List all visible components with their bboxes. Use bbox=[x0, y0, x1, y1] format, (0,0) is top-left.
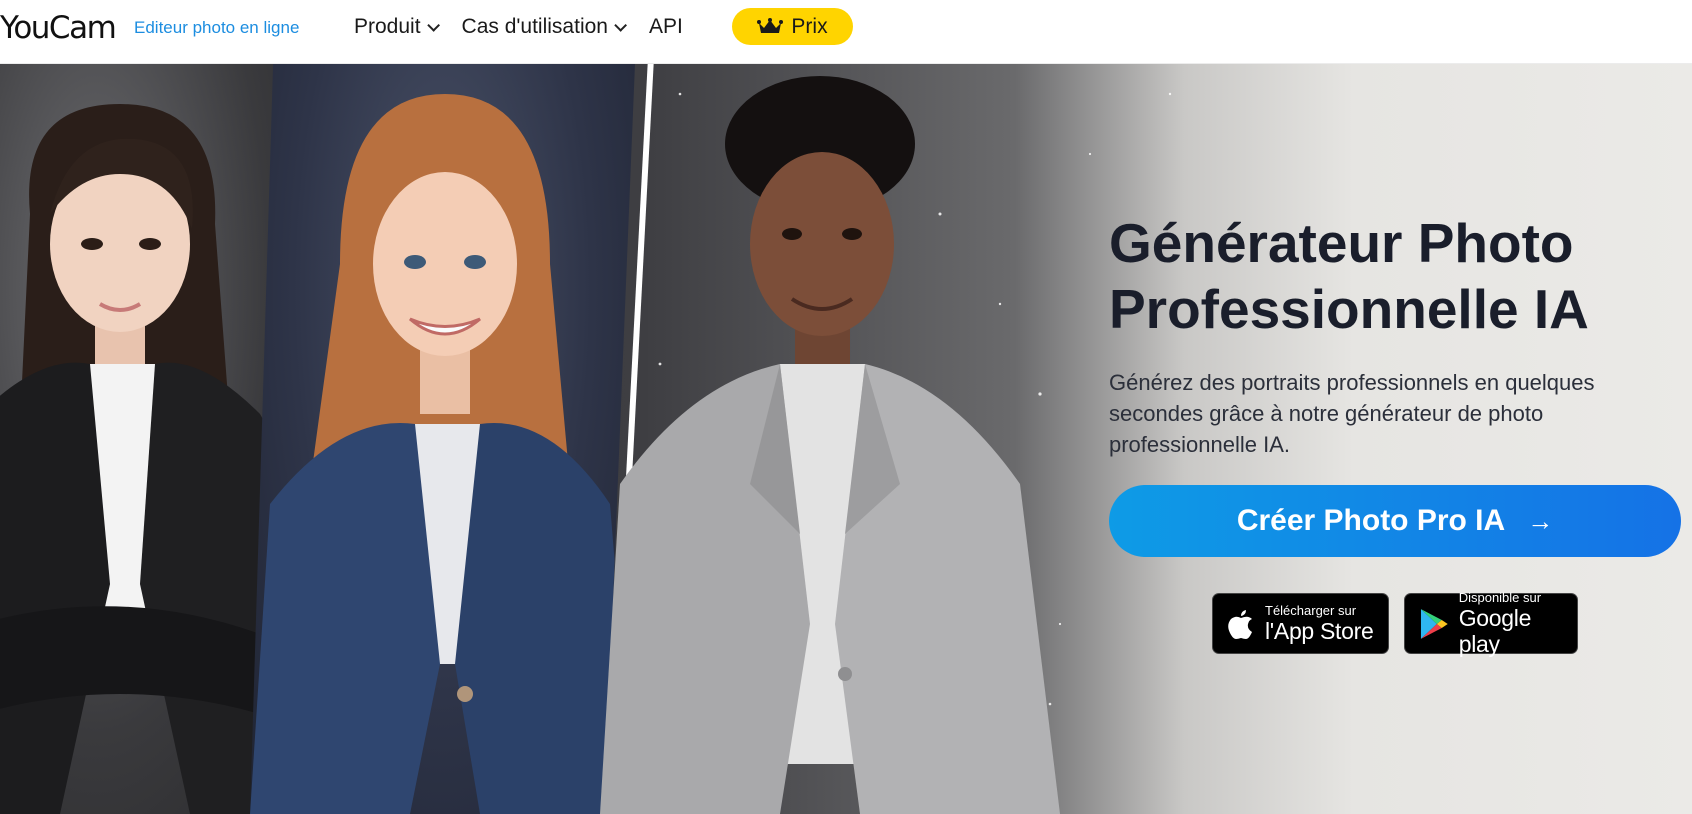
google-play-big-text: Google play bbox=[1458, 604, 1532, 657]
arrow-right-icon: → bbox=[1527, 505, 1554, 536]
apple-icon bbox=[1228, 609, 1252, 639]
nav-item-label: Cas d'utilisation bbox=[461, 15, 608, 38]
nav-item-produit[interactable]: Produit bbox=[354, 15, 440, 39]
cta-label: Créer Photo Pro IA bbox=[1236, 504, 1506, 537]
nav-item-label: API bbox=[648, 15, 683, 38]
youcam-logo[interactable]: YouCam bbox=[0, 10, 117, 46]
google-play-text: Disponible sur Google play bbox=[1458, 589, 1577, 657]
top-navigation-bar: YouCam Editeur photo en ligne Produit Ca… bbox=[0, 0, 1692, 64]
nav-item-api[interactable]: API bbox=[649, 15, 683, 39]
hero-title-line-2: Professionnelle IA bbox=[1109, 278, 1589, 340]
nav-item-cas-utilisation[interactable]: Cas d'utilisation bbox=[461, 15, 627, 39]
hero-section: Générateur Photo Professionnelle IA Géné… bbox=[0, 64, 1692, 814]
chevron-down-icon bbox=[614, 18, 627, 32]
app-store-small-text: Télécharger sur bbox=[1265, 602, 1357, 618]
pricing-button[interactable]: Prix bbox=[732, 8, 853, 45]
pricing-label: Prix bbox=[791, 14, 828, 38]
google-play-badge[interactable]: Disponible sur Google play bbox=[1404, 589, 1578, 657]
create-pro-photo-button[interactable]: Créer Photo Pro IA → bbox=[1109, 485, 1681, 557]
portrait-woman-auburn-hair bbox=[250, 94, 635, 814]
portrait-panel-2 bbox=[250, 64, 635, 814]
hero-description: Générez des portraits professionnels en … bbox=[1109, 370, 1595, 457]
app-store-text: Télécharger sur l'App Store bbox=[1265, 602, 1374, 644]
main-nav: Produit Cas d'utilisation API bbox=[354, 12, 709, 42]
hero-title-line-1: Générateur Photo bbox=[1109, 212, 1574, 274]
hero-title: Générateur Photo Professionnelle IA bbox=[1109, 210, 1669, 342]
nav-item-label: Produit bbox=[354, 15, 421, 38]
google-play-icon bbox=[1420, 608, 1448, 639]
google-play-small-text: Disponible sur bbox=[1458, 589, 1542, 605]
app-store-big-text: l'App Store bbox=[1265, 617, 1374, 644]
logo-tagline[interactable]: Editeur photo en ligne bbox=[134, 18, 299, 38]
chevron-down-icon bbox=[426, 18, 440, 32]
crown-icon bbox=[757, 17, 784, 33]
app-store-badge[interactable]: Télécharger sur l'App Store bbox=[1212, 593, 1389, 654]
portrait-man-grey-suit bbox=[600, 76, 1060, 814]
